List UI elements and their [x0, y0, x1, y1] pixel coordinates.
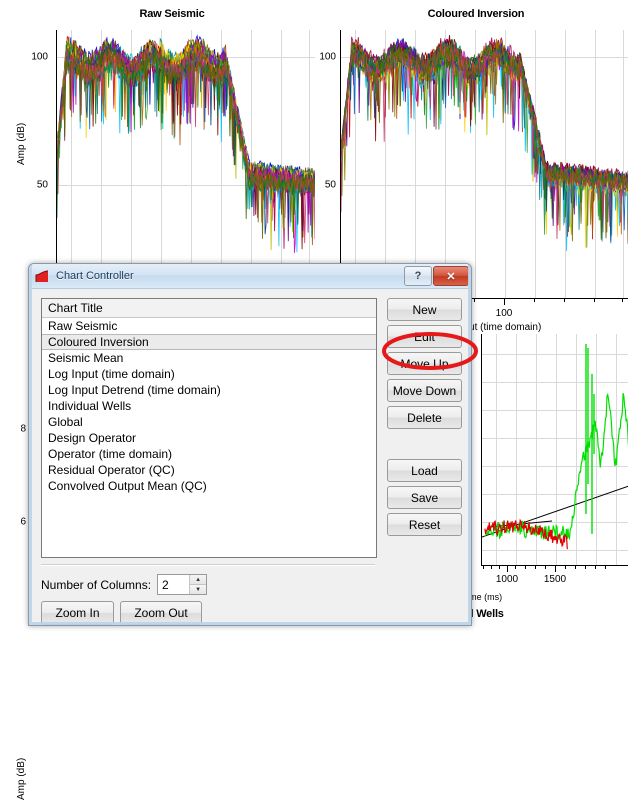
zoom-in-button[interactable]: Zoom In [41, 601, 114, 625]
number-of-columns-row: Number of Columns: 2 ▲ ▼ [41, 574, 208, 595]
plot-area-raw-seismic [56, 30, 315, 299]
spectrum-traces-coloured-inversion [341, 34, 628, 252]
number-of-columns-stepper[interactable]: 2 ▲ ▼ [157, 574, 208, 595]
dialog-title: Chart Controller [56, 270, 134, 282]
y-axis-title-raw-seismic: Amp (dB) [16, 122, 27, 165]
help-button[interactable]: ? [404, 266, 432, 286]
y-tick-label-50-ci: 50 [324, 179, 336, 191]
chart-controller-dialog[interactable]: Chart Controller ? ✕ Chart Title Raw Sei… [28, 263, 472, 626]
plot-area-coloured-inversion [340, 30, 628, 299]
number-of-columns-label: Number of Columns: [41, 577, 152, 592]
list-header-chart-title: Chart Title [42, 299, 376, 318]
load-button[interactable]: Load [387, 459, 462, 482]
y-tick-label-100-raw: 100 [31, 51, 48, 63]
list-item[interactable]: Convolved Output Mean (QC) [42, 478, 376, 494]
plot-area-individual-wells [481, 334, 628, 566]
list-item[interactable]: Individual Wells [42, 398, 376, 414]
edit-button[interactable]: Edit [387, 325, 462, 348]
y-tick-label-8-bl: 8 [20, 423, 26, 435]
chart-red-icon [35, 270, 49, 282]
move-down-button[interactable]: Move Down [387, 379, 462, 402]
list-item-selected[interactable]: Coloured Inversion [42, 334, 376, 350]
x-axis-ticks-individual-wells [481, 565, 628, 573]
list-item[interactable]: Operator (time domain) [42, 446, 376, 462]
number-of-columns-value[interactable]: 2 [158, 575, 189, 594]
new-button[interactable]: New [387, 298, 462, 321]
list-item[interactable]: Residual Operator (QC) [42, 462, 376, 478]
list-item[interactable]: Log Input Detrend (time domain) [42, 382, 376, 398]
dialog-titlebar[interactable]: Chart Controller ? ✕ [29, 264, 471, 289]
x-tick-label-1000-iw: 1000 [495, 574, 519, 585]
y-tick-label-100-ci: 100 [319, 51, 336, 63]
application-window: Raw Seismic Amp (dB) 100 50 Coloured Inv… [0, 0, 628, 800]
chart-title-coloured-inversion: Coloured Inversion [427, 8, 525, 20]
stepper-up-icon[interactable]: ▲ [190, 575, 207, 585]
save-button[interactable]: Save [387, 486, 462, 509]
reset-button[interactable]: Reset [387, 513, 462, 536]
list-item[interactable]: Design Operator [42, 430, 376, 446]
list-item[interactable]: Log Input (time domain) [42, 366, 376, 382]
chart-raw-seismic: Raw Seismic Amp (dB) 100 50 [0, 0, 315, 300]
list-item[interactable]: Global [42, 414, 376, 430]
well-traces-individual-wells [482, 344, 628, 550]
delete-button[interactable]: Delete [387, 406, 462, 429]
y-tick-label-50-raw: 50 [36, 179, 48, 191]
y-tick-label-6-bl: 6 [20, 516, 26, 528]
list-item[interactable]: Raw Seismic [42, 318, 376, 334]
spectrum-traces-raw-seismic [57, 34, 315, 254]
trend-line-lower [482, 485, 628, 538]
titlebar-buttons: ? ✕ [403, 266, 469, 286]
dialog-body: Chart Title Raw Seismic Coloured Inversi… [29, 288, 471, 625]
separator [41, 564, 375, 566]
chart-title-listbox[interactable]: Chart Title Raw Seismic Coloured Inversi… [41, 298, 377, 558]
close-button[interactable]: ✕ [433, 266, 469, 286]
move-up-button[interactable]: Move Up [387, 352, 462, 375]
stepper-buttons: ▲ ▼ [189, 575, 207, 594]
x-tick-label-1500-iw: 1500 [543, 574, 567, 585]
y-axis-title-bottom-left: Amp (dB) [16, 757, 27, 800]
chart-title-raw-seismic: Raw Seismic [139, 8, 205, 20]
list-item[interactable]: Seismic Mean [42, 350, 376, 366]
chart-individual-wells: 1000 1500 Time (ms) Individual Wells [424, 316, 628, 624]
stepper-down-icon[interactable]: ▼ [190, 585, 207, 594]
zoom-out-button[interactable]: Zoom Out [120, 601, 202, 625]
